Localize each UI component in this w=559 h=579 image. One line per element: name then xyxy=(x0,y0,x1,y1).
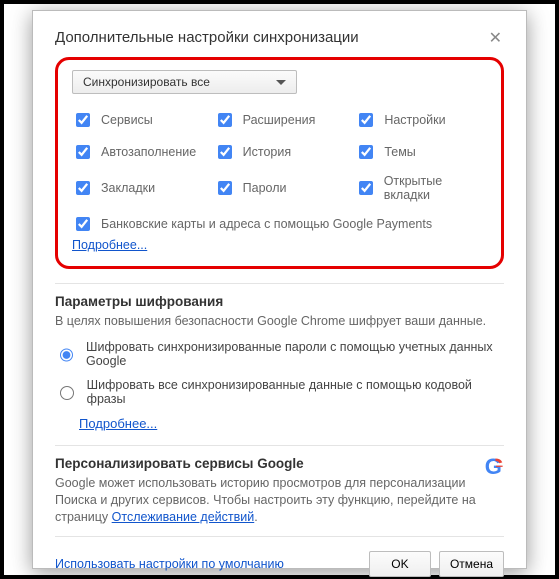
sync-settings-dialog: Дополнительные настройки синхронизации ✕… xyxy=(32,10,527,569)
checkbox-themes-input[interactable] xyxy=(359,145,373,159)
ok-button[interactable]: OK xyxy=(369,551,431,577)
dialog-footer: Использовать настройки по умолчанию OK О… xyxy=(55,536,504,577)
checkbox-services-input[interactable] xyxy=(76,113,90,127)
checkbox-bookmarks-input[interactable] xyxy=(76,181,90,195)
radio-encrypt-google[interactable] xyxy=(60,348,73,362)
sync-mode-value: Синхронизировать все xyxy=(83,75,210,89)
checkbox-extensions[interactable]: Расширения xyxy=(214,110,346,130)
checkbox-settings[interactable]: Настройки xyxy=(355,110,487,130)
personalize-desc: Google может использовать историю просмо… xyxy=(55,475,504,526)
radio-encrypt-passphrase-label: Шифровать все синхронизированные данные … xyxy=(87,378,504,406)
checkbox-bookmarks[interactable]: Закладки xyxy=(72,174,204,202)
payments-learn-more-link[interactable]: Подробнее... xyxy=(72,238,147,252)
checkbox-payments[interactable]: Банковские карты и адреса с помощью Goog… xyxy=(72,214,432,234)
encryption-section: Параметры шифрования В целях повышения б… xyxy=(55,294,504,431)
dialog-title: Дополнительные настройки синхронизации xyxy=(55,29,359,46)
encryption-title: Параметры шифрования xyxy=(55,294,504,309)
google-logo-icon: GG xyxy=(485,454,504,480)
checkbox-open-tabs-input[interactable] xyxy=(359,181,372,195)
checkbox-autofill-input[interactable] xyxy=(76,145,90,159)
sync-options-panel: Синхронизировать все Сервисы Расширения … xyxy=(55,57,504,269)
radio-encrypt-passphrase[interactable] xyxy=(60,386,74,400)
checkbox-services[interactable]: Сервисы xyxy=(72,110,204,130)
checkbox-history[interactable]: История xyxy=(214,142,346,162)
checkbox-history-input[interactable] xyxy=(218,145,232,159)
checkbox-autofill[interactable]: Автозаполнение xyxy=(72,142,204,162)
checkbox-themes[interactable]: Темы xyxy=(355,142,487,162)
sync-mode-dropdown[interactable]: Синхронизировать все xyxy=(72,70,297,94)
encryption-learn-more-link[interactable]: Подробнее... xyxy=(79,416,157,431)
checkbox-open-tabs[interactable]: Открытые вкладки xyxy=(355,174,487,202)
checkbox-payments-input[interactable] xyxy=(76,217,90,231)
reset-defaults-link[interactable]: Использовать настройки по умолчанию xyxy=(55,557,284,571)
checkbox-settings-input[interactable] xyxy=(359,113,373,127)
radio-encrypt-google-label: Шифровать синхронизированные пароли с по… xyxy=(86,340,504,368)
checkbox-passwords[interactable]: Пароли xyxy=(214,174,346,202)
encryption-desc: В целях повышения безопасности Google Ch… xyxy=(55,313,504,330)
checkbox-extensions-input[interactable] xyxy=(218,113,232,127)
activity-tracking-link[interactable]: Отслеживание действий xyxy=(112,510,255,524)
divider xyxy=(55,445,504,446)
divider xyxy=(55,283,504,284)
personalize-title: Персонализировать сервисы Google xyxy=(55,456,504,471)
cancel-button[interactable]: Отмена xyxy=(439,551,504,577)
chevron-down-icon xyxy=(276,80,286,85)
close-icon[interactable]: ✕ xyxy=(487,29,504,49)
personalize-section: GG Персонализировать сервисы Google Goog… xyxy=(55,456,504,536)
checkbox-passwords-input[interactable] xyxy=(218,181,232,195)
